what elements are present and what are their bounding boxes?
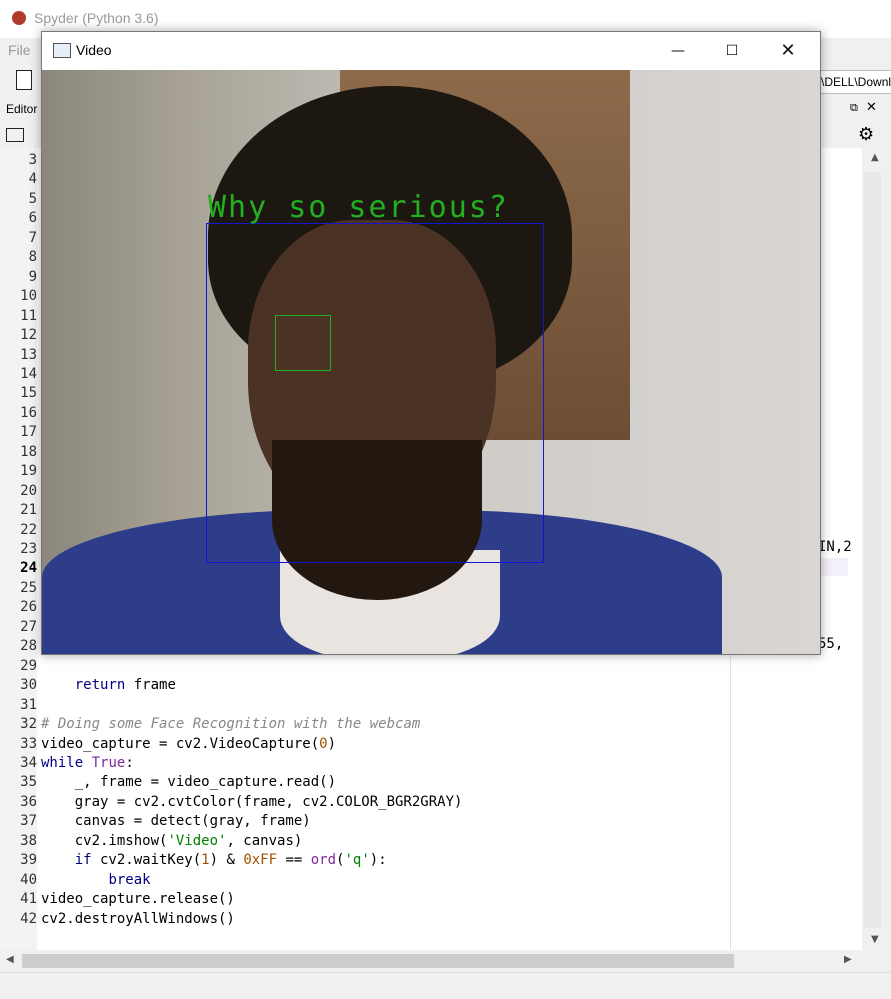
- code-fragment-line23: IN,2: [818, 539, 852, 555]
- line-number: 27: [20, 618, 37, 635]
- undock-icon[interactable]: ⧉: [850, 101, 858, 115]
- maximize-button[interactable]: ☐: [710, 36, 754, 66]
- open-folder-icon[interactable]: [6, 128, 24, 142]
- line-number: 13: [20, 346, 37, 363]
- minimize-button[interactable]: —: [656, 36, 700, 66]
- code-line[interactable]: canvas = detect(gray, frame): [41, 813, 311, 829]
- line-number: 25: [20, 579, 37, 596]
- line-number: 28: [20, 638, 37, 655]
- line-number: 11: [20, 307, 37, 324]
- video-window-icon: [53, 43, 71, 58]
- webcam-frame: Why so serious?: [42, 70, 820, 654]
- line-number: 9: [28, 268, 37, 285]
- line-number: 39: [20, 852, 37, 869]
- app-title: Spyder (Python 3.6): [34, 10, 159, 26]
- line-number: 31: [20, 696, 37, 713]
- scrollbar-thumb[interactable]: [22, 954, 734, 968]
- line-number: 37: [20, 813, 37, 830]
- line-number: 19: [20, 463, 37, 480]
- line-number: 42: [20, 910, 37, 927]
- code-line[interactable]: _, frame = video_capture.read(): [41, 774, 336, 790]
- code-line[interactable]: cv2.imshow('Video', canvas): [41, 833, 303, 849]
- code-line[interactable]: cv2.destroyAllWindows(): [41, 911, 235, 927]
- line-number: 22: [20, 521, 37, 538]
- spyder-icon: [12, 11, 26, 25]
- code-line[interactable]: if cv2.waitKey(1) & 0xFF == ord('q'):: [41, 852, 387, 868]
- code-line[interactable]: video_capture = cv2.VideoCapture(0): [41, 736, 336, 752]
- line-number: 33: [20, 735, 37, 752]
- line-number: 23: [20, 541, 37, 557]
- line-number-gutter: 3 4 5 6 7 8 9 10 11 12 13 14 15 16 17 18 19 20 21 22 23 24 25 2…: [0, 148, 37, 950]
- code-line[interactable]: return frame: [41, 677, 176, 693]
- code-line[interactable]: while True:: [41, 755, 134, 771]
- current-line-highlight: [818, 558, 848, 576]
- line-number: 34: [20, 754, 37, 771]
- line-number: 16: [20, 404, 37, 421]
- eye-detection-box: [275, 315, 331, 371]
- line-number: 18: [20, 443, 37, 460]
- video-window-titlebar[interactable]: Video — ☐ ✕: [42, 32, 820, 70]
- line-number: 36: [20, 793, 37, 810]
- line-number: 8: [28, 249, 37, 266]
- line-number: 3: [28, 152, 37, 168]
- new-file-icon[interactable]: [16, 70, 32, 90]
- code-fragment-line28: 55,: [818, 636, 844, 652]
- working-directory-field[interactable]: \DELL\Downlo: [816, 70, 891, 94]
- face-detection-box: [206, 223, 544, 563]
- scroll-right-icon[interactable]: ▶: [844, 954, 852, 965]
- line-number: 40: [20, 871, 37, 888]
- close-button[interactable]: ✕: [766, 36, 810, 66]
- line-number: 32: [20, 716, 37, 733]
- line-number: 7: [28, 229, 37, 246]
- line-number: 30: [20, 677, 37, 694]
- video-window-title: Video: [76, 42, 112, 58]
- line-number: 5: [28, 190, 37, 207]
- line-number: 17: [20, 424, 37, 441]
- line-number: 4: [28, 171, 37, 188]
- video-window[interactable]: Video — ☐ ✕ Why so serious?: [41, 31, 821, 655]
- line-number: 14: [20, 365, 37, 382]
- scroll-left-icon[interactable]: ◀: [6, 954, 14, 965]
- line-number: 21: [20, 502, 37, 519]
- code-line[interactable]: break: [41, 872, 150, 888]
- line-number: 20: [20, 482, 37, 499]
- code-line[interactable]: # Doing some Face Recognition with the w…: [41, 716, 420, 732]
- menu-file[interactable]: File: [8, 42, 31, 58]
- detection-caption: Why so serious?: [208, 190, 509, 225]
- code-line[interactable]: video_capture.release(): [41, 891, 235, 907]
- line-number: 12: [20, 327, 37, 344]
- close-icon[interactable]: ✕: [866, 100, 877, 115]
- line-number: 6: [28, 210, 37, 227]
- line-number: 24: [20, 560, 37, 577]
- status-bar: [0, 972, 891, 999]
- line-number: 41: [20, 891, 37, 908]
- scrollbar-track[interactable]: [864, 172, 881, 928]
- line-number: 15: [20, 385, 37, 402]
- line-number: 26: [20, 599, 37, 616]
- line-number: 10: [20, 288, 37, 305]
- line-number: 38: [20, 832, 37, 849]
- horizontal-scrollbar[interactable]: ◀ ▶: [0, 950, 862, 972]
- scroll-down-icon[interactable]: ▼: [871, 934, 879, 945]
- gear-icon[interactable]: ⚙: [858, 124, 874, 145]
- tab-editor[interactable]: Editor: [0, 98, 45, 120]
- vertical-scrollbar[interactable]: ▲ ▼: [862, 148, 891, 950]
- code-line[interactable]: gray = cv2.cvtColor(frame, cv2.COLOR_BGR…: [41, 794, 463, 810]
- line-number: 35: [20, 774, 37, 791]
- line-number: 29: [20, 657, 37, 674]
- scroll-up-icon[interactable]: ▲: [871, 152, 879, 163]
